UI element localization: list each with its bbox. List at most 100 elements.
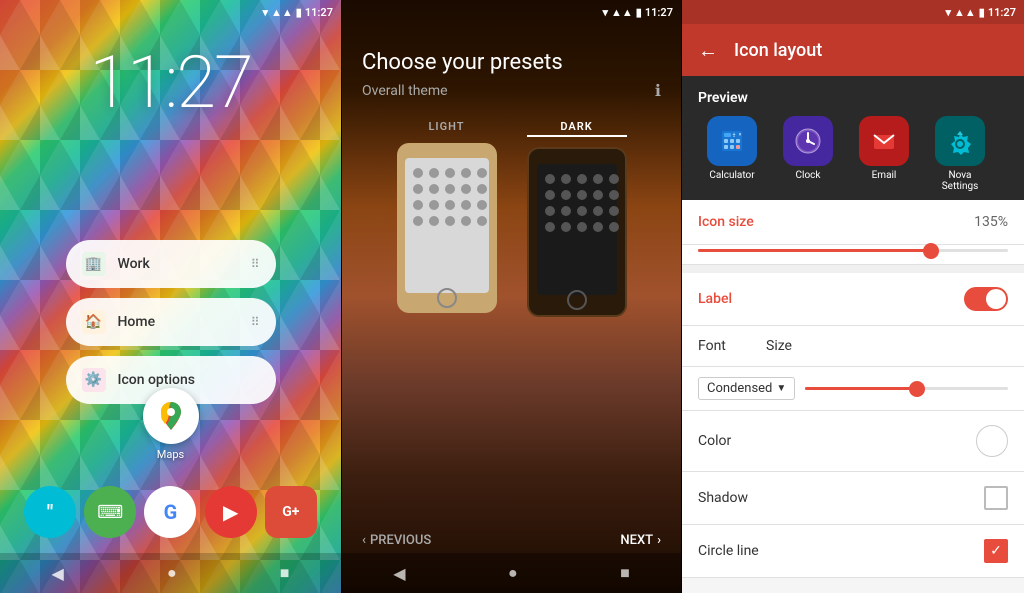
shadow-setting: Shadow <box>682 472 1024 525</box>
svg-text:×: × <box>739 132 742 138</box>
nova-settings-icon-bg <box>935 116 985 166</box>
color-picker-circle[interactable] <box>976 425 1008 457</box>
battery-icon: ▮ <box>296 6 302 19</box>
p2-time: 11:27 <box>645 6 673 19</box>
email-svg <box>870 127 898 155</box>
next-chevron-icon: › <box>657 533 661 548</box>
condensed-dropdown-icon: ▼ <box>776 383 786 394</box>
google-icon[interactable]: G <box>144 486 196 538</box>
dot <box>577 222 587 232</box>
back-button[interactable]: ◀ <box>52 564 64 583</box>
p2-signal-icon: ▲▲ <box>611 6 633 19</box>
dot <box>609 222 619 232</box>
color-label: Color <box>698 433 731 449</box>
dot <box>413 200 423 210</box>
dark-phone-mockup <box>527 147 627 317</box>
font-size-slider[interactable] <box>805 387 1008 390</box>
previous-button[interactable]: ‹ PREVIOUS <box>362 533 431 548</box>
p2-home-button[interactable]: ● <box>508 563 518 583</box>
light-theme-option[interactable]: LIGHT <box>397 120 497 317</box>
dark-home-button <box>567 290 587 310</box>
font-size-thumb <box>909 381 925 397</box>
email-icon-preview: Email <box>854 116 914 192</box>
p1-status-icons: ▾ ▲▲ ▮ 11:27 <box>262 6 333 19</box>
dot <box>445 168 455 178</box>
menu-item-home[interactable]: 🏠 Home ⠿ <box>66 298 276 346</box>
keyboard-icon[interactable]: ⌨ <box>84 486 136 538</box>
dark-theme-option[interactable]: DARK <box>527 120 627 317</box>
icon-size-slider-row <box>682 245 1024 265</box>
maps-icon-container[interactable]: Maps <box>143 388 199 461</box>
recents-button[interactable]: ■ <box>280 563 290 583</box>
next-button[interactable]: NEXT › <box>620 533 661 548</box>
p3-status-icons: ▾ ▲▲ ▮ 11:27 <box>945 6 1016 19</box>
condensed-slider-row: Condensed ▼ <box>682 367 1024 411</box>
info-icon: ℹ <box>655 81 661 100</box>
calculator-icon-bg: + × − <box>707 116 757 166</box>
dot <box>593 174 603 184</box>
dot <box>609 190 619 200</box>
calculator-icon-preview: + × − Calculator <box>702 116 762 192</box>
dark-theme-label: DARK <box>527 120 627 137</box>
light-phone-screen <box>405 158 489 293</box>
dot <box>429 168 439 178</box>
preview-icons-row: + × − Calculator <box>698 116 1008 192</box>
color-setting: Color <box>682 411 1024 472</box>
email-label: Email <box>854 170 914 181</box>
shadow-checkbox[interactable] <box>984 486 1008 510</box>
icon-size-slider-fill <box>698 249 931 252</box>
p1-status-bar: ▾ ▲▲ ▮ 11:27 <box>0 0 341 24</box>
label-toggle[interactable] <box>964 287 1008 311</box>
menu-home-label: Home <box>118 314 239 330</box>
p3-back-button[interactable]: ← <box>698 38 718 63</box>
condensed-dropdown[interactable]: Condensed ▼ <box>698 377 795 400</box>
gplus-icon[interactable]: G+ <box>265 486 317 538</box>
clock-time-display: 11:27 <box>0 40 341 125</box>
previous-label: PREVIOUS <box>370 533 431 548</box>
youtube-icon[interactable]: ▶ <box>205 486 257 538</box>
maps-svg <box>153 398 189 434</box>
preview-label: Preview <box>698 90 1008 106</box>
signal-icon: ▲▲ <box>271 6 293 19</box>
maps-label: Maps <box>143 448 199 461</box>
icon-size-slider-thumb <box>923 243 939 259</box>
nova-settings-label: Nova Settings <box>930 170 990 192</box>
label-setting: Label <box>682 273 1024 326</box>
dot <box>429 200 439 210</box>
maps-icon <box>143 388 199 444</box>
menu-item-work[interactable]: 🏢 Work ⠿ <box>66 240 276 288</box>
dot <box>577 174 587 184</box>
dot <box>545 206 555 216</box>
dot <box>561 222 571 232</box>
dot <box>429 184 439 194</box>
dot <box>545 174 555 184</box>
dot <box>577 206 587 216</box>
dot <box>445 184 455 194</box>
nova-svg <box>946 127 974 155</box>
icon-size-value: 135% <box>974 214 1008 230</box>
shadow-label: Shadow <box>698 490 748 506</box>
light-home-button <box>437 288 457 308</box>
p2-battery-icon: ▮ <box>636 6 642 19</box>
light-phone-mockup <box>397 143 497 313</box>
dot <box>461 200 471 210</box>
wifi-icon: ▾ <box>262 6 268 19</box>
dot <box>477 184 487 194</box>
icon-size-slider-track[interactable] <box>698 249 1008 252</box>
dot <box>593 190 603 200</box>
p2-recents-button[interactable]: ■ <box>620 563 630 583</box>
dot <box>561 206 571 216</box>
p1-nav-bar: ◀ ● ■ <box>0 553 341 593</box>
p1-time: 11:27 <box>305 6 333 19</box>
icon-size-label: Icon size <box>698 214 754 230</box>
home-button[interactable]: ● <box>167 563 177 583</box>
svg-text:−: − <box>733 134 736 140</box>
dot <box>445 200 455 210</box>
presets-title: Choose your presets <box>362 50 661 75</box>
hangouts-icon[interactable]: " <box>24 486 76 538</box>
circle-line-setting: Circle line ✓ <box>682 525 1024 578</box>
dot <box>577 190 587 200</box>
p2-back-button[interactable]: ◀ <box>393 564 405 583</box>
circle-line-checkbox[interactable]: ✓ <box>984 539 1008 563</box>
dark-phone-screen <box>537 164 617 295</box>
